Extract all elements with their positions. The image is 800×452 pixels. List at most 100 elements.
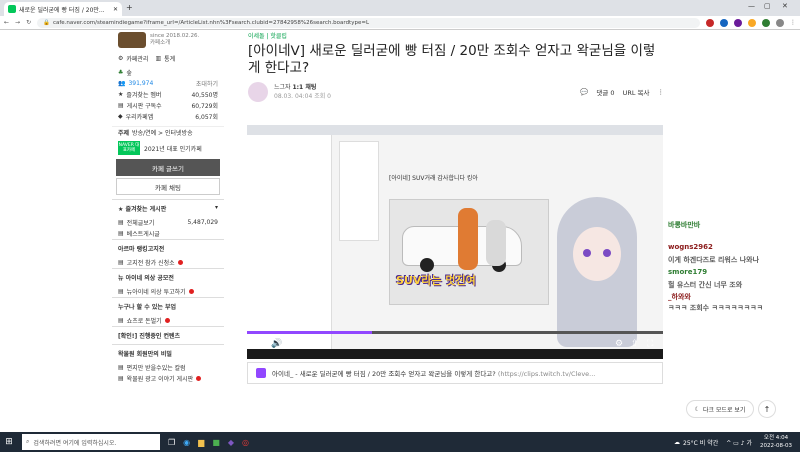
cafe-intro-link[interactable]: 카페소개 (150, 40, 199, 47)
search-icon: ⌕ (26, 438, 30, 445)
chat-link[interactable]: 1:1 채팅 (292, 84, 316, 91)
windows-start-icon[interactable]: ⊞ (0, 437, 18, 447)
board-link[interactable]: 고지전 참가 신청소 (127, 258, 175, 267)
all-posts-count: 5,487,029 (187, 219, 218, 226)
browser-tab-bar: 새로운 딜러굳에 빵 터짐 / 20만... ✕ + — ▢ ✕ (0, 0, 800, 16)
cafe-logo (118, 32, 146, 48)
weather-text[interactable]: 25°C 비 약간 (683, 438, 718, 447)
theme-value[interactable]: 방송/연예 > 인터넷방송 (132, 128, 193, 137)
list-icon: ▤ (118, 230, 124, 237)
inner-post-title: [아이네] SUV거래 감사합니다 킹아 (389, 175, 478, 182)
board-link[interactable]: 쇼츠로 돈벌기 (127, 316, 162, 325)
cafe-chat-button[interactable]: 카페 채팅 (116, 178, 220, 195)
clip-title: - 새로운 딜러굳에 빵 터짐 / 20만 조회수 얻자고 왁굳님을 이렇게 한… (295, 370, 496, 378)
clip-url[interactable]: (https://clips.twitch.tv/Cleve... (498, 370, 596, 378)
extension-icon[interactable] (748, 18, 756, 27)
extension-icon[interactable] (734, 18, 742, 27)
tray-icons[interactable]: ^ ▭ ♪ 가 (726, 438, 752, 447)
section-title: 누구나 할 수 있는 부업 (112, 297, 224, 315)
share-icon[interactable]: ⇧ (631, 339, 639, 349)
invite-link[interactable]: 초대하기 (196, 79, 218, 88)
url-text: cafe.naver.com/steamindiegame?iframe_url… (52, 19, 370, 26)
extension-icon[interactable] (706, 18, 714, 27)
back-icon[interactable]: ← (4, 19, 9, 26)
fullscreen-icon[interactable]: ⛶ (647, 339, 653, 349)
chat-username: _하와와 (668, 293, 691, 301)
chat-username: 바롱바만바 (668, 221, 701, 229)
close-window-icon[interactable]: ✕ (782, 2, 788, 10)
chrome-icon[interactable]: ◎ (242, 438, 249, 447)
comment-icon[interactable]: 💬 (580, 88, 588, 96)
cafe-manage-link[interactable]: 카페관리 (126, 54, 148, 63)
apps-label: 우리카페앱 (125, 114, 154, 121)
board-link[interactable]: 편지만 받을수있는 칼럼 (127, 363, 186, 372)
taskbar-search[interactable]: ⌕ 검색하려면 여기에 입력하십시오. (22, 434, 160, 450)
chat-message: ㅋㅋㅋ 조회수 ㅋㅋㅋㅋㅋㅋㅋㅋ (668, 304, 764, 312)
vtuber-avatar (547, 197, 657, 347)
dark-mode-button[interactable]: ☾ 다크 모드로 보기 (686, 400, 754, 418)
list-icon: ▤ (118, 375, 124, 382)
stats-link[interactable]: 통계 (164, 54, 175, 63)
apps-count: 6,057회 (195, 114, 218, 121)
comment-count[interactable]: 댓글 0 (596, 87, 614, 97)
new-badge (164, 318, 170, 323)
url-copy-button[interactable]: URL 복사 (623, 87, 650, 97)
menu-icon[interactable]: ⋮ (790, 19, 796, 26)
author-avatar[interactable] (248, 82, 268, 102)
star-icon: ★ (118, 91, 124, 98)
new-tab-icon[interactable]: + (126, 3, 133, 12)
maximize-icon[interactable]: ▢ (764, 2, 771, 10)
reload-icon[interactable]: ↻ (26, 19, 31, 26)
scroll-top-button[interactable]: ↑ (758, 400, 776, 418)
members-icon: 👥 (118, 80, 126, 87)
settings-icon: ⚙ (118, 55, 124, 62)
clock-date[interactable]: 2022-08-03 (760, 442, 792, 450)
edge-icon[interactable]: ◉ (183, 438, 190, 447)
write-post-button[interactable]: 카페 글쓰기 (116, 159, 220, 176)
board-breadcrumb[interactable]: 이세돌 | 핫클립 (248, 31, 664, 40)
section-title: [확인!] 진행중인 컨텐츠 (112, 326, 224, 344)
close-tab-icon[interactable]: ✕ (113, 6, 118, 13)
article-title: [아이네ᐯ] 새로운 딜러굳에 빵 터짐 / 20만 조회수 얻자고 왁굳님을 … (248, 43, 656, 76)
extension-icon[interactable] (720, 18, 728, 27)
all-posts-link[interactable]: 전체글보기 (127, 218, 155, 227)
favorites-count: 40,550명 (191, 92, 218, 99)
video-player[interactable]: [아이네] SUV거래 감사합니다 킹아 SUV라는 멋진여 ❚❚ 🔊 ⚙ ⇧ … (247, 125, 663, 359)
url-field[interactable]: 🔒 cafe.naver.com/steamindiegame?iframe_u… (37, 17, 700, 28)
video-progress-track[interactable] (247, 331, 663, 334)
favorites-label: 즐겨찾는 멤버 (126, 92, 162, 99)
board-link[interactable]: 뉴아이네 의상 투고하기 (127, 287, 186, 296)
chevron-down-icon[interactable]: ▾ (215, 204, 218, 213)
clock-time[interactable]: 오전 4:04 (760, 434, 792, 442)
best-board-link[interactable]: 베스트게시글 (127, 229, 160, 238)
profile-avatar[interactable] (776, 18, 784, 27)
minecraft-icon[interactable]: ■ (212, 438, 220, 447)
clip-link-card[interactable]: 아이네_ - 새로운 딜러굳에 빵 터짐 / 20만 조회수 얻자고 왁굳님을 … (247, 362, 663, 384)
post-date: 08.03. 04:04 조회 0 (274, 93, 331, 100)
explorer-icon[interactable]: ▆ (198, 438, 204, 447)
task-view-icon[interactable]: ❐ (168, 438, 175, 447)
list-icon: ▤ (118, 317, 124, 324)
list-icon: ▤ (118, 288, 124, 295)
video-subtitle: SUV라는 멋진여 (396, 274, 476, 287)
volume-icon[interactable]: 🔊 (271, 339, 282, 349)
pause-icon[interactable]: ❚❚ (255, 339, 270, 349)
author-name[interactable]: 느그자 (274, 84, 291, 91)
more-icon[interactable]: ⋮ (658, 88, 665, 96)
vscode-icon[interactable]: ◆ (228, 438, 234, 447)
star-icon: ★ (118, 206, 124, 213)
chat-username: smore179 (668, 268, 708, 276)
list-icon: ▤ (118, 364, 124, 371)
board-link[interactable]: 왁물원 광고 이야기 게시판 (127, 374, 193, 383)
weather-icon: ☁ (674, 438, 681, 446)
subscribers-count: 60,729회 (191, 103, 218, 110)
forward-icon[interactable]: → (15, 19, 20, 26)
inner-browser-bar (247, 125, 663, 135)
browser-tab[interactable]: 새로운 딜러굳에 빵 터짐 / 20만... ✕ (4, 2, 122, 16)
section-title: 아르마 랭킹고지전 (112, 239, 224, 257)
minimize-icon[interactable]: — (748, 2, 755, 10)
twitch-icon (256, 368, 266, 378)
stats-icon: ▥ (155, 55, 162, 62)
extension-icon[interactable] (762, 18, 770, 27)
settings-icon[interactable]: ⚙ (615, 339, 623, 349)
